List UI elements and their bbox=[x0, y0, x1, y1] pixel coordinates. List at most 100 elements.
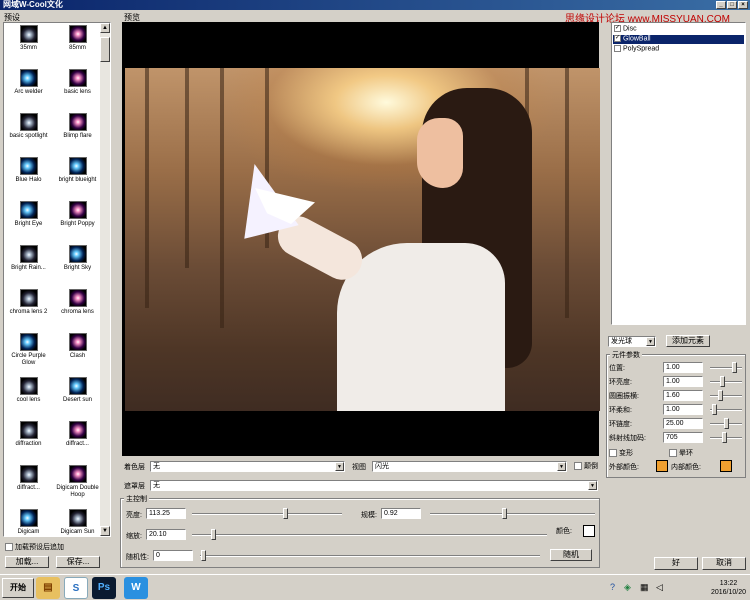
chevron-down-icon[interactable]: ▼ bbox=[588, 481, 597, 490]
brightness-input[interactable]: 113.25 bbox=[146, 508, 186, 519]
ok-button[interactable]: 好 bbox=[654, 557, 698, 570]
color-layer-select[interactable]: 无 ▼ bbox=[150, 461, 345, 472]
element-item-disc[interactable]: ✓ Disc bbox=[613, 25, 744, 34]
randomness-slider-thumb[interactable] bbox=[201, 550, 206, 561]
param-slider-track[interactable] bbox=[710, 395, 742, 397]
preview-image[interactable] bbox=[125, 68, 600, 411]
randomness-input[interactable]: 0 bbox=[153, 550, 193, 561]
help-icon[interactable]: ? bbox=[610, 582, 615, 592]
param-input[interactable]: 1.00 bbox=[663, 376, 703, 387]
element-item-polyspread[interactable]: PolySpread bbox=[613, 45, 744, 54]
scroll-down-icon[interactable]: ▼ bbox=[100, 526, 110, 536]
preset-item[interactable]: Circle Purple Glow bbox=[4, 331, 53, 375]
append-on-load-checkbox[interactable] bbox=[5, 543, 13, 552]
preset-item[interactable]: Arc welder bbox=[4, 67, 53, 111]
preset-item[interactable]: Blue Halo bbox=[4, 155, 53, 199]
element-checkbox[interactable] bbox=[614, 45, 621, 52]
preset-item[interactable]: Desert sun bbox=[53, 375, 102, 419]
preset-item[interactable]: basic spotlight bbox=[4, 111, 53, 155]
shield-icon[interactable]: ◈ bbox=[624, 582, 631, 593]
zoom-slider-thumb[interactable] bbox=[211, 529, 216, 540]
invert-checkbox[interactable] bbox=[574, 462, 582, 471]
load-preset-button[interactable]: 加载... bbox=[5, 556, 49, 568]
inner-color-swatch[interactable] bbox=[720, 460, 732, 472]
maximize-button[interactable]: □ bbox=[727, 1, 737, 9]
preset-item[interactable]: Clash bbox=[53, 331, 102, 375]
preset-item[interactable]: chroma lens 2 bbox=[4, 287, 53, 331]
param-slider-track[interactable] bbox=[710, 381, 742, 383]
preset-item[interactable]: Digicam Sun bbox=[53, 507, 102, 536]
param-slider-thumb[interactable] bbox=[724, 418, 729, 429]
scale-input[interactable]: 0.92 bbox=[381, 508, 421, 519]
append-on-load-option[interactable]: 加载预设后追加 bbox=[5, 542, 64, 552]
preset-item[interactable]: Blimp flare bbox=[53, 111, 102, 155]
param-slider-thumb[interactable] bbox=[732, 362, 737, 373]
element-item-glowball[interactable]: ✓ GlowBall bbox=[613, 35, 744, 44]
minimize-button[interactable]: _ bbox=[716, 1, 726, 9]
preset-item[interactable]: Bright Rain... bbox=[4, 243, 53, 287]
save-preset-button[interactable]: 保存... bbox=[56, 556, 100, 568]
mask-layer-select[interactable]: 无 ▼ bbox=[150, 480, 598, 491]
close-button[interactable]: × bbox=[738, 1, 748, 9]
halo-option[interactable]: 晕环 bbox=[669, 448, 693, 458]
view-select[interactable]: 闪光 ▼ bbox=[372, 461, 567, 472]
random-button[interactable]: 随机 bbox=[550, 549, 592, 561]
preset-item[interactable]: cool lens bbox=[4, 375, 53, 419]
start-button[interactable]: 开始 bbox=[2, 578, 34, 598]
preset-item[interactable]: bright blueight bbox=[53, 155, 102, 199]
volume-icon[interactable]: ◁ bbox=[656, 582, 663, 593]
brightness-slider-track[interactable] bbox=[192, 513, 342, 515]
scroll-up-icon[interactable]: ▲ bbox=[100, 23, 110, 33]
network-icon[interactable]: ▦ bbox=[640, 582, 649, 593]
scale-slider-thumb[interactable] bbox=[502, 508, 507, 519]
param-slider-thumb[interactable] bbox=[712, 404, 717, 415]
cancel-button[interactable]: 取消 bbox=[702, 557, 746, 570]
browser-icon[interactable]: S bbox=[64, 577, 88, 599]
deform-checkbox[interactable] bbox=[609, 449, 617, 458]
outer-color-swatch[interactable] bbox=[656, 460, 668, 472]
preset-scrollbar[interactable]: ▲ ▼ bbox=[100, 23, 110, 536]
param-slider-thumb[interactable] bbox=[720, 376, 725, 387]
invert-option[interactable]: 颠倒 bbox=[574, 461, 598, 471]
main-color-swatch[interactable] bbox=[583, 525, 595, 537]
brightness-slider-thumb[interactable] bbox=[283, 508, 288, 519]
param-input[interactable]: 1.60 bbox=[663, 390, 703, 401]
zoom-slider-track[interactable] bbox=[192, 534, 547, 536]
element-list[interactable]: ✓ Disc ✓ GlowBall PolySpread bbox=[611, 22, 746, 325]
preset-item[interactable]: basic lens bbox=[53, 67, 102, 111]
preset-item[interactable]: Bright Eye bbox=[4, 199, 53, 243]
chevron-down-icon[interactable]: ▼ bbox=[335, 462, 344, 471]
preset-item[interactable]: diffraction bbox=[4, 419, 53, 463]
scroll-thumb[interactable] bbox=[100, 37, 110, 62]
preset-item[interactable]: diffract... bbox=[4, 463, 53, 507]
chevron-down-icon[interactable]: ▼ bbox=[646, 337, 655, 346]
w-app-icon[interactable]: W bbox=[124, 577, 148, 599]
clock[interactable]: 13:22 2016/10/20 bbox=[711, 579, 746, 597]
element-type-select[interactable]: 发光球 ▼ bbox=[608, 336, 656, 347]
preset-item[interactable]: Bright Sky bbox=[53, 243, 102, 287]
param-input[interactable]: 1.00 bbox=[663, 404, 703, 415]
preset-item[interactable]: 85mm bbox=[53, 23, 102, 67]
preset-item[interactable]: Digicam bbox=[4, 507, 53, 536]
photoshop-icon[interactable]: Ps bbox=[92, 577, 116, 599]
preset-item[interactable]: diffract... bbox=[53, 419, 102, 463]
add-element-button[interactable]: 添加元素 bbox=[666, 335, 710, 347]
scale-slider-track[interactable] bbox=[430, 513, 595, 515]
zoom-input[interactable]: 20.10 bbox=[146, 529, 186, 540]
param-input[interactable]: 705 bbox=[663, 432, 703, 443]
param-slider-thumb[interactable] bbox=[722, 432, 727, 443]
halo-checkbox[interactable] bbox=[669, 449, 677, 458]
preset-item[interactable]: 35mm bbox=[4, 23, 53, 67]
randomness-slider-track[interactable] bbox=[200, 555, 540, 557]
element-checkbox[interactable]: ✓ bbox=[614, 35, 621, 42]
param-input[interactable]: 1.00 bbox=[663, 362, 703, 373]
preset-item[interactable]: Bright Poppy bbox=[53, 199, 102, 243]
preset-item[interactable]: Digicam Double Hoop bbox=[53, 463, 102, 507]
element-checkbox[interactable]: ✓ bbox=[614, 25, 621, 32]
preset-item[interactable]: chroma lens bbox=[53, 287, 102, 331]
deform-option[interactable]: 变形 bbox=[609, 448, 633, 458]
explorer-icon[interactable]: ▤ bbox=[36, 577, 60, 599]
param-input[interactable]: 25.00 bbox=[663, 418, 703, 429]
chevron-down-icon[interactable]: ▼ bbox=[557, 462, 566, 471]
param-slider-track[interactable] bbox=[710, 367, 742, 369]
